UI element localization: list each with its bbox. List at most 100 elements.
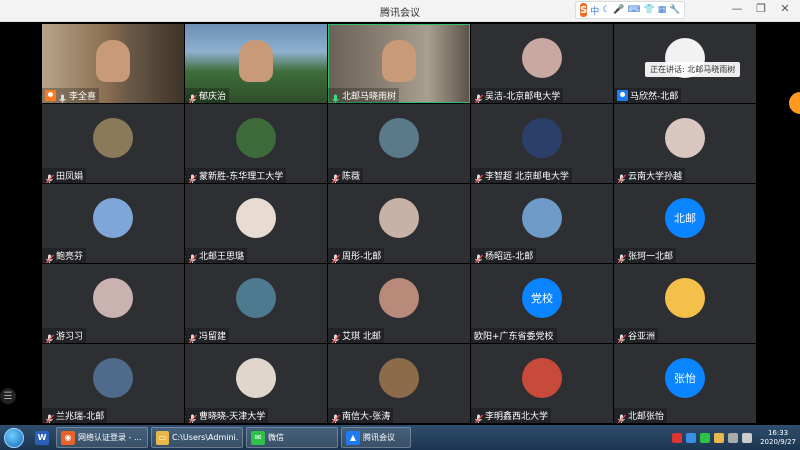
participant-tile[interactable]: 李明鑫西北大学 [471,344,613,423]
participant-tile[interactable]: 冯留建 [185,264,327,343]
participant-tile[interactable]: 杨昭远-北邮 [471,184,613,263]
participant-avatar: 党校 [522,278,562,318]
participant-tile[interactable]: 南信大-张涛 [328,344,470,423]
volume-icon[interactable] [742,432,753,443]
taskbar-app-button[interactable]: ▲ 腾讯会议 [341,427,411,448]
participant-label: 北邮马晓雨树 [328,88,400,103]
taskbar-apps: W ◉ 网络认证登录 - ... ▭ C:\Users\Admini... ✉ 微信 ▲ 腾讯会… [28,427,411,448]
participant-name: 郁庆治 [199,92,227,102]
taskbar-app-label: 腾讯会议 [363,433,395,442]
mic-muted-icon [331,330,340,343]
tray-app-icon[interactable] [700,432,711,443]
participant-avatar [379,278,419,318]
mic-muted-icon [188,250,197,263]
participant-tile[interactable]: 兰兆瑞-北邮 [42,344,184,423]
participant-label: 鲍亮芬 [42,248,87,263]
participant-tile[interactable]: 云南大学孙越 [614,104,756,183]
participant-tile[interactable]: 田凤娟 [42,104,184,183]
participant-avatar [93,358,133,398]
start-button[interactable] [0,425,28,450]
participant-tile[interactable]: 北邮马晓雨树 [328,24,470,103]
restore-button[interactable]: ❐ [752,2,770,15]
participant-tile[interactable]: 北邮王思璐 [185,184,327,263]
participant-tile[interactable]: 李智超 北京邮电大学 [471,104,613,183]
participant-label: 欧阳+广东省委党校 [471,328,557,343]
shirt-icon[interactable]: 👕 [644,5,655,15]
taskbar-app-button[interactable]: W [31,427,53,448]
minimize-button[interactable]: — [728,2,746,15]
participant-avatar [665,278,705,318]
participant-name: 冯留建 [199,332,227,342]
clock-time: 16:33 [767,428,789,437]
taskbar-app-button[interactable]: ✉ 微信 [246,427,338,448]
participant-tile[interactable]: 游习习 [42,264,184,343]
participant-label: 马欣然-北邮 [614,88,682,103]
moon-icon[interactable]: ☾ [602,5,610,15]
participant-name: 张珂一北邮 [628,252,674,262]
mic-muted-icon [331,410,340,423]
host-badge-icon [617,90,628,101]
taskbar-app-icon: W [35,430,49,445]
participant-avatar [379,198,419,238]
participant-tile[interactable]: 鲍亮芬 [42,184,184,263]
participant-avatar [379,118,419,158]
mic-muted-icon [45,410,54,423]
participant-tile[interactable]: 谷亚洲 [614,264,756,343]
network-icon[interactable] [728,432,739,443]
participant-tile[interactable]: 北邮张珂一北邮 [614,184,756,263]
speaking-indicator: 正在讲话: 北邮马晓雨树 [645,62,741,77]
taskbar-app-label: 网络认证登录 - ... [78,433,142,442]
taskbar-app-button[interactable]: ◉ 网络认证登录 - ... [56,427,148,448]
title-bar: 腾讯会议 S 中 ☾ 🎤 ⌨ 👕 ▦ 🔧 — ❐ ✕ [0,0,800,22]
participant-tile[interactable]: 曹晓晓-天津大学 [185,344,327,423]
video-area: 李全喜 郁庆治 北邮马晓雨树 吴洁-北京邮电大学 马欣然-北邮田凤娟 蒙新胜-东华理工大学… [0,22,800,425]
participant-name: 艾琪 北邮 [342,332,381,342]
participant-label: 田凤娟 [42,168,87,183]
participant-video [239,40,273,82]
sogou-ime-icon: S [580,3,588,17]
participant-label: 郁庆治 [185,88,230,103]
keyboard-icon[interactable]: ⌨ [628,5,641,15]
participant-label: 曹晓晓-天津大学 [185,408,269,423]
participant-name: 马欣然-北邮 [630,92,679,102]
mic-muted-icon [45,330,54,343]
participant-tile[interactable]: 周彤-北邮 [328,184,470,263]
participant-grid: 李全喜 郁庆治 北邮马晓雨树 吴洁-北京邮电大学 马欣然-北邮田凤娟 蒙新胜-东华理工大学… [42,24,758,423]
close-button[interactable]: ✕ [776,2,794,15]
participant-name: 兰兆瑞-北邮 [56,412,105,422]
tray-app-icon[interactable] [672,432,683,443]
participant-label: 蒙新胜-东华理工大学 [185,168,287,183]
participant-label: 李智超 北京邮电大学 [471,168,572,183]
participant-avatar: 北邮 [665,198,705,238]
participant-name: 曹晓晓-天津大学 [199,412,266,422]
tray-app-icon[interactable] [686,432,697,443]
participant-name: 田凤娟 [56,172,84,182]
taskbar-app-button[interactable]: ▭ C:\Users\Admini... [151,427,243,448]
ime-toolbar[interactable]: S 中 ☾ 🎤 ⌨ 👕 ▦ 🔧 [575,1,685,19]
participant-name: 陈薇 [342,172,361,182]
wrench-icon[interactable]: 🔧 [669,5,680,15]
participant-avatar [522,38,562,78]
float-action-button[interactable] [789,92,800,114]
mic-muted-icon [617,250,626,263]
participant-name: 蒙新胜-东华理工大学 [199,172,284,182]
participant-avatar [93,118,133,158]
participant-tile[interactable]: 党校欧阳+广东省委党校 [471,264,613,343]
participant-name: 吴洁-北京邮电大学 [485,92,561,102]
participant-tile[interactable]: 李全喜 [42,24,184,103]
participant-tile[interactable]: 蒙新胜-东华理工大学 [185,104,327,183]
mic-icon[interactable]: 🎤 [613,5,624,15]
participant-avatar [522,118,562,158]
side-panel-toggle-icon[interactable]: ☰ [0,388,16,404]
participant-name: 周彤-北邮 [342,252,382,262]
participant-tile[interactable]: 张怡 北邮张怡 [614,344,756,423]
participant-label: 谷亚洲 [614,328,659,343]
participant-tile[interactable]: 艾琪 北邮 [328,264,470,343]
participant-tile[interactable]: 吴洁-北京邮电大学 [471,24,613,103]
participant-tile[interactable]: 陈薇 [328,104,470,183]
clock[interactable]: 16:33 2020/9/27 [760,429,796,447]
participant-tile[interactable]: 郁庆治 [185,24,327,103]
tray-app-icon[interactable] [714,432,725,443]
grid-icon[interactable]: ▦ [658,5,667,15]
ime-mode[interactable]: 中 [590,4,599,17]
